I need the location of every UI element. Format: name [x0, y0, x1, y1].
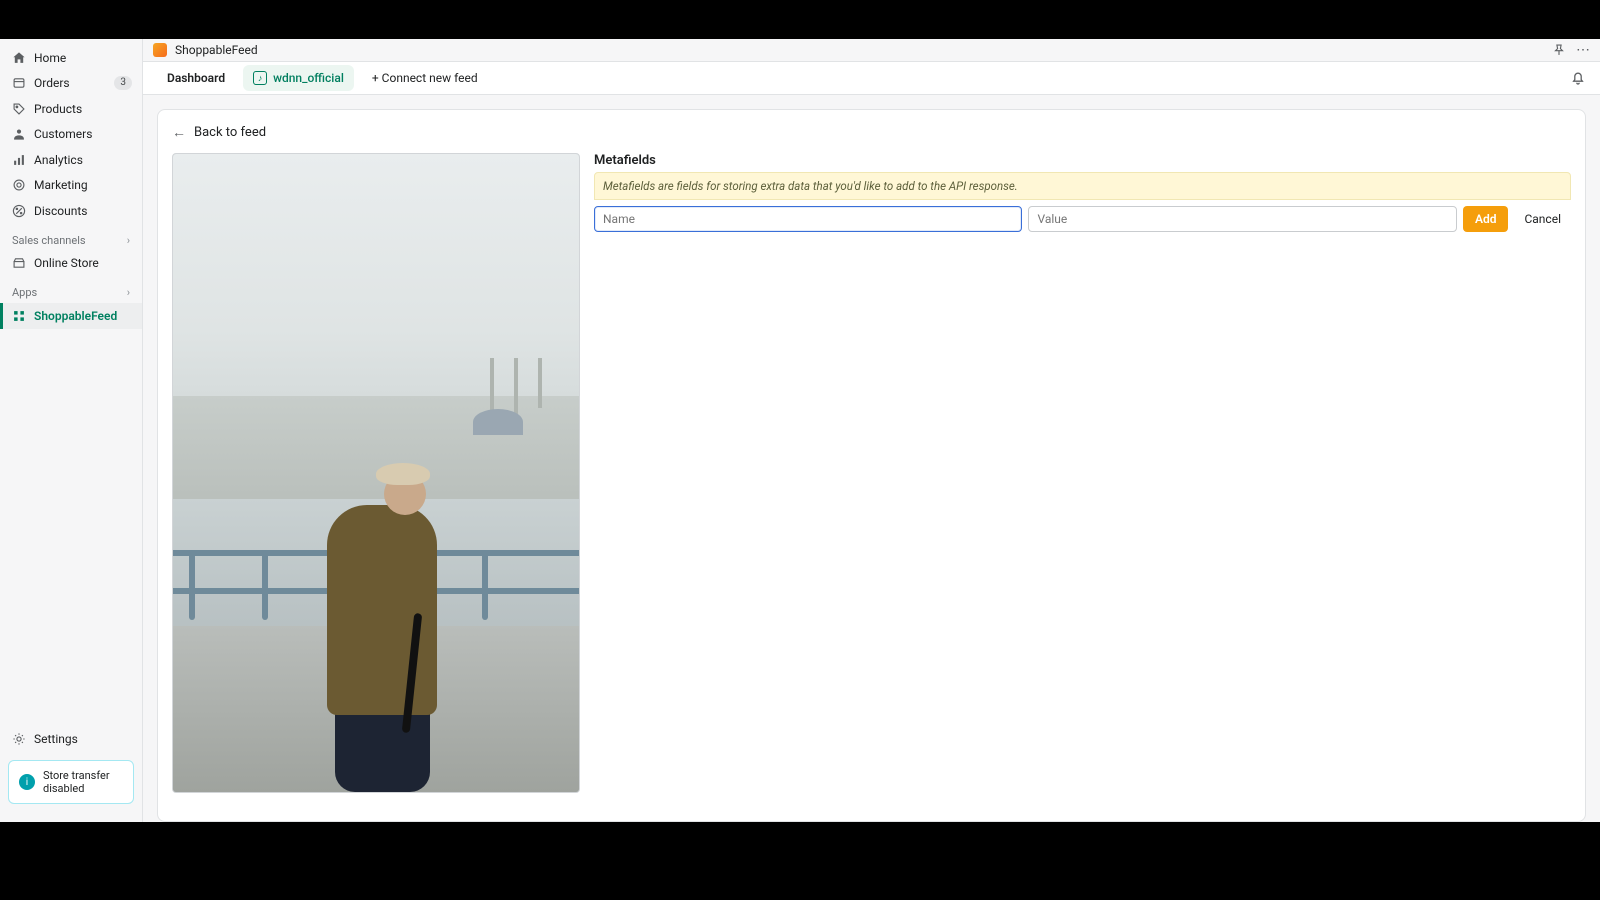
media-preview[interactable] — [172, 153, 580, 793]
more-icon[interactable] — [1576, 43, 1590, 57]
nav-label: Discounts — [34, 204, 132, 218]
app-grid-icon — [12, 309, 26, 323]
store-transfer-notice[interactable]: i Store transfer disabled — [8, 760, 134, 804]
back-label: Back to feed — [194, 125, 266, 140]
store-icon — [12, 256, 26, 270]
media-column — [172, 153, 580, 821]
tiktok-icon: ♪ — [253, 71, 267, 85]
cancel-button[interactable]: Cancel — [1514, 206, 1571, 232]
nav-customers[interactable]: Customers — [0, 122, 142, 148]
media-scene — [173, 154, 579, 792]
nav-label: Products — [34, 102, 132, 116]
sidebar: Home Orders 3 Products Customers Analyti… — [0, 39, 143, 822]
section-apps[interactable]: Apps › — [0, 276, 142, 303]
nav-label: Analytics — [34, 153, 132, 167]
letterbox-bottom — [0, 822, 1600, 900]
orders-badge: 3 — [114, 76, 132, 90]
tab-label: wdnn_official — [273, 71, 344, 85]
home-icon — [12, 51, 26, 65]
nav-marketing[interactable]: Marketing — [0, 173, 142, 199]
nav-discounts[interactable]: Discounts — [0, 198, 142, 224]
metafield-value-input[interactable] — [1028, 206, 1456, 232]
main-column: ShoppableFeed Dashboard ♪ wdnn_official … — [143, 39, 1600, 822]
chevron-right-icon: › — [127, 286, 130, 299]
tab-feed[interactable]: ♪ wdnn_official — [243, 65, 354, 91]
app-frame: Home Orders 3 Products Customers Analyti… — [0, 39, 1600, 822]
nav-settings[interactable]: Settings — [0, 726, 142, 752]
nav-analytics[interactable]: Analytics — [0, 147, 142, 173]
nav-online-store[interactable]: Online Store — [0, 251, 142, 277]
section-label: Apps — [12, 286, 37, 299]
tab-dashboard[interactable]: Dashboard — [157, 65, 235, 91]
tab-label: Dashboard — [167, 71, 225, 85]
sidebar-bottom: Settings i Store transfer disabled — [0, 726, 142, 822]
tabs-right — [1570, 70, 1586, 86]
add-button[interactable]: Add — [1463, 206, 1509, 232]
nav-app-shoppablefeed[interactable]: ShoppableFeed — [0, 303, 142, 329]
nav-label: Home — [34, 51, 132, 65]
nav-label: ShoppableFeed — [34, 309, 132, 323]
content-card: ← Back to feed — [157, 109, 1586, 822]
metafield-name-input[interactable] — [594, 206, 1022, 232]
gear-icon — [12, 732, 26, 746]
target-icon — [12, 178, 26, 192]
analytics-icon — [12, 153, 26, 167]
section-sales-channels[interactable]: Sales channels › — [0, 224, 142, 251]
tabs-row: Dashboard ♪ wdnn_official + Connect new … — [143, 61, 1600, 95]
nav-label: Orders — [34, 76, 106, 90]
info-icon: i — [19, 774, 35, 790]
nav-label: Customers — [34, 127, 132, 141]
two-column-layout: Metafields Metafields are fields for sto… — [172, 153, 1571, 821]
metafields-help: Metafields are fields for storing extra … — [594, 172, 1571, 200]
orders-icon — [12, 76, 26, 90]
settings-label: Settings — [34, 732, 78, 746]
app-header: ShoppableFeed — [143, 39, 1600, 61]
person-icon — [12, 127, 26, 141]
notice-text: Store transfer disabled — [43, 769, 123, 795]
nav-orders[interactable]: Orders 3 — [0, 71, 142, 97]
app-logo-icon — [153, 43, 167, 57]
nav-home[interactable]: Home — [0, 45, 142, 71]
nav-label: Marketing — [34, 178, 132, 192]
tab-connect-new-feed[interactable]: + Connect new feed — [362, 65, 488, 91]
nav-label: Online Store — [34, 256, 132, 270]
app-name: ShoppableFeed — [175, 43, 258, 57]
section-label: Sales channels — [12, 234, 86, 247]
pin-icon[interactable] — [1552, 43, 1566, 57]
metafields-column: Metafields Metafields are fields for sto… — [594, 153, 1571, 821]
arrow-left-icon: ← — [172, 124, 186, 141]
primary-nav: Home Orders 3 Products Customers Analyti… — [0, 39, 142, 329]
letterbox-top — [0, 0, 1600, 39]
bell-icon[interactable] — [1570, 70, 1586, 86]
tag-icon — [12, 102, 26, 116]
content-area: ← Back to feed — [143, 95, 1600, 822]
metafields-form: Add Cancel — [594, 206, 1571, 232]
tab-label: + Connect new feed — [372, 71, 478, 85]
app-header-actions — [1552, 43, 1590, 57]
chevron-right-icon: › — [127, 234, 130, 247]
percent-icon — [12, 204, 26, 218]
back-to-feed-link[interactable]: ← Back to feed — [172, 124, 1571, 141]
nav-products[interactable]: Products — [0, 96, 142, 122]
metafields-title: Metafields — [594, 153, 1571, 168]
